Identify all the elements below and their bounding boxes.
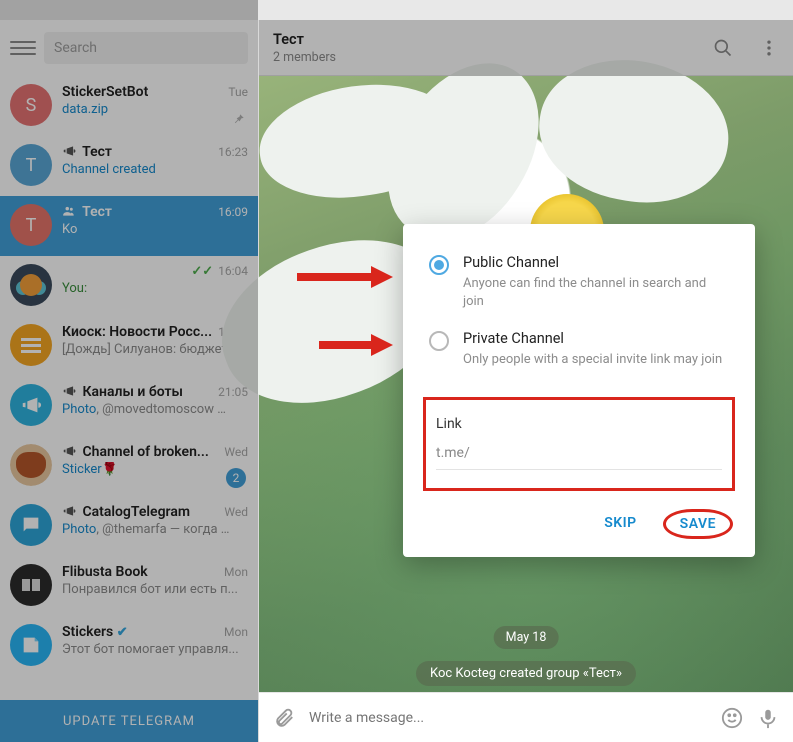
channel-type-modal: Public Channel Anyone can find the channe…	[403, 224, 755, 557]
chat-background: May 18 Koc Kocteg created group «Тест» P…	[259, 76, 793, 692]
channel-private-option[interactable]: Private Channel Only people with a specia…	[403, 330, 755, 389]
emoji-icon[interactable]	[721, 707, 743, 729]
radio-icon	[429, 331, 449, 351]
option-desc: Only people with a special invite link m…	[463, 351, 722, 369]
link-input[interactable]	[436, 445, 722, 470]
link-label: Link	[436, 416, 722, 432]
option-title: Private Channel	[463, 330, 722, 347]
dim-overlay	[0, 0, 258, 742]
option-title: Public Channel	[463, 254, 729, 271]
dim-overlay	[259, 20, 793, 76]
voice-icon[interactable]	[757, 707, 779, 729]
option-desc: Anyone can find the channel in search an…	[463, 275, 729, 310]
app-root: Search SStickerSetBotTuedata.zipT Тест16…	[0, 0, 793, 742]
radio-icon	[429, 255, 449, 275]
attach-icon[interactable]	[273, 707, 295, 729]
message-input[interactable]	[309, 710, 707, 726]
left-panel: Search SStickerSetBotTuedata.zipT Тест16…	[0, 0, 259, 742]
right-panel: Тест 2 members May 18 Koc Kocteg created…	[259, 0, 793, 742]
message-composer	[259, 692, 793, 742]
modal-buttons: SKIP SAVE	[403, 491, 755, 539]
channel-public-option[interactable]: Public Channel Anyone can find the channe…	[403, 254, 755, 330]
link-section: Link	[423, 397, 735, 491]
date-chip: May 18	[494, 626, 559, 649]
service-message: Koc Kocteg created group «Тест»	[416, 661, 636, 686]
skip-button[interactable]: SKIP	[598, 509, 642, 539]
save-button[interactable]: SAVE	[663, 509, 733, 539]
